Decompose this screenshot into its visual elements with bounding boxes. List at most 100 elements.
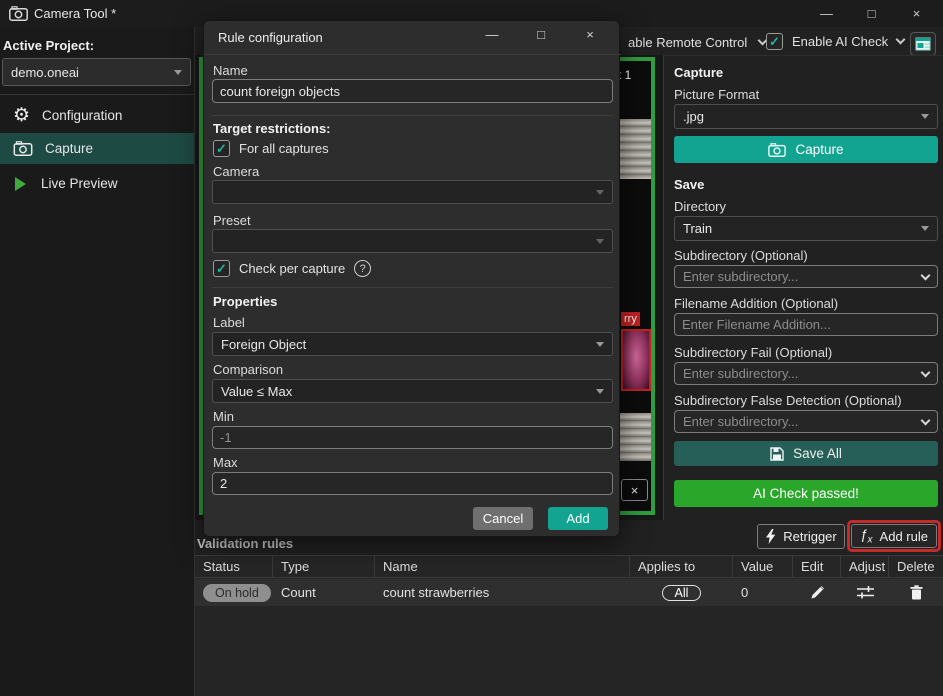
subdirectory-fail-label: Subdirectory Fail (Optional) (674, 345, 832, 360)
add-button[interactable]: Add (548, 507, 608, 530)
subdirectory-false-detection-combo[interactable]: Enter subdirectory... (674, 410, 938, 433)
add-rule-button[interactable]: ƒx Add rule (851, 524, 937, 548)
capture-section-title: Capture (674, 65, 723, 80)
column-header-adjust: Adjust (841, 556, 889, 577)
sidebar-item-label: Capture (45, 141, 93, 156)
sidebar-item-label: Configuration (42, 108, 122, 123)
column-header-edit: Edit (793, 556, 841, 577)
camera-icon (9, 6, 28, 21)
save-all-label: Save All (793, 446, 842, 461)
detection-box (621, 329, 651, 391)
preview-close-button[interactable]: × (621, 479, 648, 501)
camera-select[interactable] (212, 180, 613, 204)
trash-icon-button[interactable] (910, 585, 923, 600)
dialog-close-button[interactable]: × (581, 27, 599, 42)
check-per-capture-checkbox[interactable]: ✓ (213, 260, 230, 277)
for-all-captures-option[interactable]: ✓ For all captures (213, 140, 329, 157)
check-per-capture-option[interactable]: ✓ Check per capture ? (213, 260, 371, 277)
lightning-icon (765, 529, 776, 544)
subdirectory-fail-placeholder: Enter subdirectory... (683, 366, 922, 381)
preset-select[interactable] (212, 229, 613, 253)
min-input[interactable] (212, 426, 613, 449)
preset-label: Preset (213, 213, 251, 228)
rule-name-input[interactable] (212, 79, 613, 103)
subdirectory-fail-combo[interactable]: Enter subdirectory... (674, 362, 938, 385)
add-rule-label: Add rule (880, 529, 928, 544)
sidebar-divider (0, 94, 194, 95)
window-controls: — □ × (804, 0, 939, 27)
check-per-capture-label: Check per capture (239, 261, 345, 276)
validation-rules-table: Status Type Name Applies to Value Edit A… (195, 555, 943, 696)
adjust-rule-button[interactable] (857, 585, 874, 600)
ai-check-status-banner: AI Check passed! (674, 480, 938, 507)
directory-value: Train (683, 221, 921, 236)
comparison-label: Comparison (213, 362, 283, 377)
subdirectory-false-detection-label: Subdirectory False Detection (Optional) (674, 393, 902, 408)
filename-addition-input[interactable] (674, 313, 938, 336)
rule-applies-to-cell: All (630, 579, 733, 606)
capture-button[interactable]: Capture (674, 136, 938, 163)
column-header-name: Name (375, 556, 630, 577)
dropdown-arrow-icon (921, 226, 929, 231)
ai-check-checkbox[interactable]: ✓ (766, 33, 783, 50)
project-select[interactable]: demo.oneai (2, 58, 191, 86)
dropdown-arrow-icon (174, 70, 182, 75)
max-input[interactable] (212, 472, 613, 495)
column-header-type: Type (273, 556, 375, 577)
subdirectory-combo[interactable]: Enter subdirectory... (674, 265, 938, 288)
directory-select[interactable]: Train (674, 216, 938, 241)
name-label: Name (213, 63, 248, 78)
for-all-captures-label: For all captures (239, 141, 329, 156)
minimize-button[interactable]: — (804, 0, 849, 27)
rule-edit-cell (793, 579, 841, 606)
camera-icon (768, 143, 786, 157)
status-badge: On hold (203, 584, 271, 602)
sidebar-item-capture[interactable]: Capture (0, 133, 194, 164)
preview-overlay-label: t 1 (618, 68, 631, 82)
gear-icon: ⚙ (13, 106, 30, 125)
rule-name-cell: count strawberries (375, 579, 630, 606)
panel-toggle-button[interactable] (910, 32, 936, 56)
picture-format-select[interactable]: .jpg (674, 104, 938, 129)
dialog-minimize-button[interactable]: — (483, 27, 501, 42)
project-select-value: demo.oneai (11, 65, 174, 80)
edit-rule-button[interactable] (810, 585, 825, 600)
comparison-select-value: Value ≤ Max (221, 384, 596, 399)
detection-tag: rry (621, 312, 640, 326)
dialog-maximize-button[interactable]: □ (532, 27, 550, 42)
remote-control-toggle[interactable]: able Remote Control (628, 35, 766, 50)
help-icon[interactable]: ? (354, 260, 371, 277)
properties-title: Properties (213, 294, 277, 309)
app-window: Camera Tool * — □ × Active Project: demo… (0, 0, 943, 696)
capture-button-label: Capture (795, 142, 843, 157)
active-project-label: Active Project: (3, 38, 94, 53)
ai-check-toggle[interactable]: ✓ Enable AI Check (766, 33, 904, 50)
column-header-status: Status (195, 556, 273, 577)
label-select-value: Foreign Object (221, 337, 596, 352)
preview-panel-icon (915, 37, 931, 51)
label-select[interactable]: Foreign Object (212, 332, 613, 356)
cancel-button[interactable]: Cancel (473, 507, 533, 530)
picture-format-value: .jpg (683, 109, 921, 124)
chevron-down-icon (921, 270, 931, 280)
sidebar-item-configuration[interactable]: ⚙ Configuration (0, 100, 194, 131)
dialog-divider (212, 115, 613, 116)
subdirectory-false-detection-placeholder: Enter subdirectory... (683, 414, 922, 429)
maximize-button[interactable]: □ (849, 0, 894, 27)
chevron-down-icon (921, 367, 931, 377)
max-label: Max (213, 455, 238, 470)
for-all-captures-checkbox[interactable]: ✓ (213, 140, 230, 157)
close-button[interactable]: × (894, 0, 939, 27)
applies-to-badge: All (662, 585, 702, 601)
comparison-select[interactable]: Value ≤ Max (212, 379, 613, 403)
label-label: Label (213, 315, 245, 330)
rule-configuration-dialog: Rule configuration — □ × Name Target res… (203, 20, 620, 537)
target-restrictions-title: Target restrictions: (213, 121, 331, 136)
column-header-applies-to: Applies to (630, 556, 733, 577)
dropdown-arrow-icon (596, 190, 604, 195)
dialog-divider (212, 287, 613, 288)
dropdown-arrow-icon (596, 389, 604, 394)
sidebar-item-live-preview[interactable]: Live Preview (0, 168, 194, 199)
retrigger-button[interactable]: Retrigger (757, 524, 845, 549)
save-all-button[interactable]: Save All (674, 441, 938, 466)
